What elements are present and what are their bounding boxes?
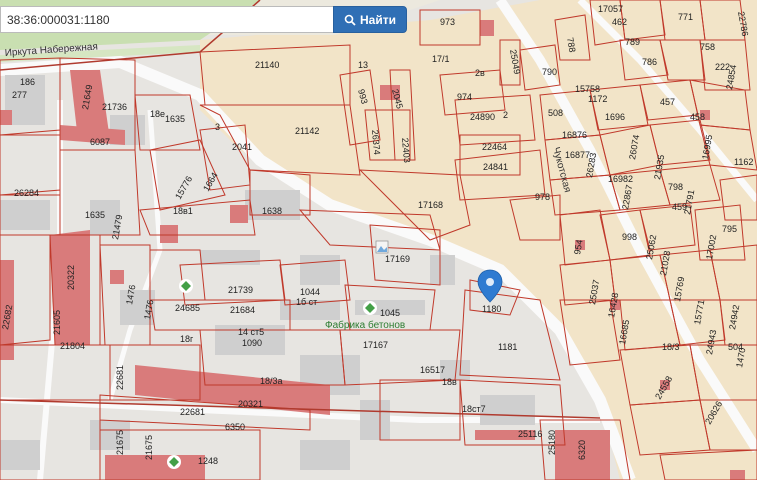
- parcel-label: 1090: [242, 338, 262, 348]
- parcel-label: 798: [668, 182, 683, 192]
- parcel-label: 13: [358, 60, 368, 70]
- parcel-label: 1045: [380, 308, 400, 318]
- parcel-label: 18ст7: [462, 404, 486, 414]
- parcel-label: 22681: [115, 365, 125, 390]
- parcel-label: 17168: [418, 200, 443, 210]
- parcel-label: 457: [660, 97, 675, 107]
- parcel-label: 24841: [483, 162, 508, 172]
- parcel-label: 790: [542, 67, 557, 77]
- parcel-label: 25116: [518, 429, 542, 439]
- parcel-label: 17167: [363, 340, 388, 350]
- parcel-label: 277: [12, 90, 27, 100]
- parcel-label: 6350: [225, 422, 245, 432]
- parcel-label: 973: [440, 17, 455, 27]
- parcel-label: 21140: [255, 60, 279, 70]
- parcel-label: 22681: [180, 407, 205, 417]
- parcel-label: 22464: [482, 142, 507, 152]
- parcel-label: 21804: [60, 341, 85, 351]
- parcel-label: 6320: [577, 440, 587, 460]
- parcel-label: 14 ст5: [238, 327, 264, 337]
- parcel-label: 21142: [295, 126, 319, 136]
- parcel-label: 998: [622, 232, 637, 242]
- parcel-label: 26284: [14, 188, 39, 198]
- parcel-label: 17169: [385, 254, 410, 264]
- parcel-label: 18в1: [173, 206, 193, 216]
- parcel-label: 18в: [442, 377, 457, 387]
- parcel-label: 978: [535, 192, 550, 202]
- parcel-label: 18/3а: [260, 376, 283, 386]
- concrete-factory-marker[interactable]: [363, 301, 377, 315]
- parcel-label: 1696: [605, 112, 625, 122]
- parcel-label: 462: [612, 17, 627, 27]
- parcel-label: 18г: [180, 334, 194, 344]
- search-input[interactable]: [0, 6, 333, 33]
- parcel-label: 6087: [90, 137, 110, 147]
- parcel-label: 1044: [300, 287, 320, 297]
- parcel-label: 1б ст: [296, 297, 317, 307]
- parcel-label: 21675: [115, 430, 125, 455]
- parcel-label: 458: [690, 112, 705, 122]
- selected-parcel-label: 1180: [482, 304, 501, 314]
- parcel-label: 1162: [734, 157, 753, 167]
- parcel-label: 24890: [470, 112, 495, 122]
- parcel-label: 508: [548, 108, 563, 118]
- parcel-label: 974: [457, 92, 472, 102]
- parcel-label: 1248: [198, 456, 218, 466]
- parcel-label: 1635: [85, 210, 105, 220]
- parcel-label: 16982: [608, 174, 633, 184]
- parcel-label: 758: [700, 42, 715, 52]
- parcel-label: 18е: [150, 109, 165, 119]
- search-bar: Найти: [0, 6, 407, 33]
- parcel-label: 21736: [102, 102, 127, 112]
- parcel-label: 16877: [565, 150, 590, 160]
- parcel-label: 20322: [66, 265, 76, 290]
- poi-marker-south[interactable]: [167, 455, 181, 469]
- parcel-label: 1172: [588, 94, 607, 104]
- parcel-label: 21739: [228, 285, 253, 295]
- broken-image-icon: [375, 240, 389, 254]
- parcel-label: 3: [215, 122, 220, 132]
- parcel-label: 17057: [598, 4, 623, 14]
- parcel-label: 16876: [562, 130, 587, 140]
- parcel-label: 186: [20, 77, 35, 87]
- parcel-label: 15758: [575, 84, 600, 94]
- parcel-label: 2в: [475, 68, 485, 78]
- search-button[interactable]: Найти: [333, 6, 407, 33]
- parcel-label: 795: [722, 224, 737, 234]
- parcel-label: 786: [642, 57, 657, 67]
- concrete-factory-label: Фабрика бетонов: [325, 319, 405, 331]
- parcel-label: 20321: [238, 399, 263, 409]
- parcel-label: 17/1: [432, 54, 450, 64]
- parcel-label: 2041: [232, 142, 252, 152]
- parcel-label: 1635: [165, 114, 185, 124]
- parcel-label: 771: [678, 12, 693, 22]
- parcel-label: 21675: [144, 435, 154, 460]
- search-icon: [344, 14, 356, 26]
- parcel-label: 1181: [498, 342, 517, 352]
- parcel-label: 789: [625, 37, 640, 47]
- parcel-label: 1638: [262, 206, 282, 216]
- parcel-label: 21684: [230, 305, 255, 315]
- parcel-label: 24685: [175, 303, 200, 313]
- parcel-label: 25180: [547, 430, 557, 455]
- poi-marker[interactable]: [179, 279, 193, 293]
- cadastral-map[interactable]: Иркута Набережная Чукотская 277 186 2164…: [0, 0, 757, 480]
- parcel-label: 18/3: [662, 342, 680, 352]
- parcel-label: 21605: [52, 310, 62, 335]
- parcel-label: 2: [503, 110, 508, 120]
- parcel-label: 16517: [420, 365, 445, 375]
- search-button-label: Найти: [360, 12, 396, 27]
